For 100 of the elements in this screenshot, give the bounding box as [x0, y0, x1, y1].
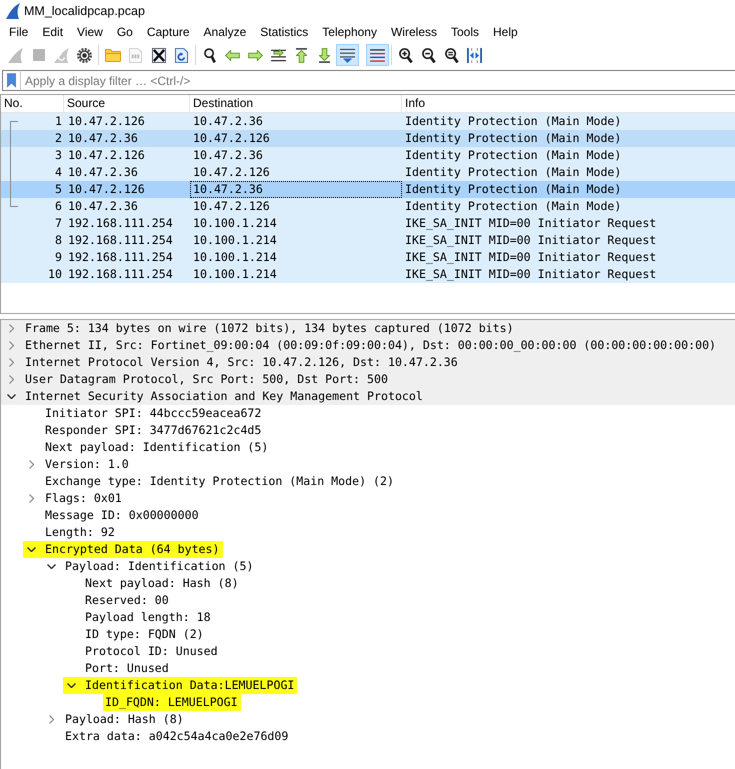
chevron-right-icon[interactable] [8, 375, 14, 384]
tree-item-label[interactable]: User Datagram Protocol, Src Port: 500, Dst Port: 500 [25, 371, 388, 388]
tree-item-label[interactable]: Payload: Hash (8) [65, 711, 184, 728]
tree-row[interactable]: Frame 5: 134 bytes on wire (1072 bits), 134 bytes captured (1072 bits) [1, 320, 735, 337]
display-filter-field[interactable]: Apply a display filter … <Ctrl-/> [21, 70, 735, 91]
bookmark-icon [7, 73, 16, 88]
tree-item-label[interactable]: Internet Security Association and Key Management Protocol [25, 388, 423, 405]
menu-item[interactable]: Capture [140, 22, 197, 40]
destination-address: 10.47.2.126 [192, 130, 271, 147]
column-header[interactable]: Info [402, 95, 735, 112]
tree-item-label[interactable]: Length: 92 [45, 524, 115, 541]
destination-address: 10.47.2.36 [190, 181, 402, 198]
packet-row[interactable]: 9 192.168.111.254 10.100.1.214 IKE_SA_INIT MID=00 Initiator Request [1, 249, 735, 266]
tree-item-label[interactable]: Responder SPI: 3477d67621c2c4d5 [45, 422, 262, 439]
left-arrow-icon [225, 50, 240, 60]
source-address: 192.168.111.254 [67, 249, 174, 266]
menu-item[interactable]: File [2, 22, 36, 40]
tree-item-label[interactable]: Port: Unused [85, 660, 169, 677]
destination-address: 10.100.1.214 [192, 249, 278, 266]
chevron-right-icon[interactable] [8, 341, 14, 350]
source-address: 192.168.111.254 [67, 266, 174, 283]
document-icon [129, 48, 142, 62]
tree-item-label[interactable]: Next payload: Identification (5) [45, 439, 268, 456]
chevron-down-icon[interactable] [66, 683, 76, 688]
bookmark-button[interactable] [2, 70, 21, 91]
shark-fin-icon [6, 2, 20, 18]
packet-row[interactable]: 10 192.168.111.254 10.100.1.214 IKE_SA_INIT MID=00 Initiator Request [1, 266, 735, 283]
tree-item-label[interactable]: Extra data: a042c54a4ca0e2e76d09 [65, 728, 288, 745]
packet-row[interactable]: 6 10.47.2.36 10.47.2.126 Identity Protection (Main Mode) [1, 198, 735, 215]
packet-row[interactable]: 2 10.47.2.36 10.47.2.126 Identity Protection (Main Mode) [1, 130, 735, 147]
tree-item-label[interactable]: Exchange type: Identity Protection (Main Mode) (2) [45, 473, 394, 490]
destination-address: 10.47.2.36 [192, 113, 264, 130]
menu-item[interactable]: Edit [35, 22, 70, 40]
packet-number: 10 [47, 266, 63, 283]
window-title: MM_localidpcap.pcap [24, 4, 145, 18]
tree-item-label[interactable]: Flags: 0x01 [45, 490, 122, 507]
column-header[interactable]: Destination [190, 95, 402, 112]
tree-row[interactable]: User Datagram Protocol, Src Port: 500, Dst Port: 500 [1, 371, 735, 388]
toolbar-button[interactable] [366, 44, 389, 66]
packet-row[interactable]: 7 192.168.111.254 10.100.1.214 IKE_SA_INIT MID=00 Initiator Request [1, 215, 735, 232]
tree-item-label[interactable]: Protocol ID: Unused [85, 643, 218, 660]
zoom-out-icon [422, 48, 436, 62]
tree-item-label[interactable]: Initiator SPI: 44bccc59eacea672 [45, 405, 262, 422]
tree-item-label[interactable]: Encrypted Data (64 bytes) [45, 541, 220, 558]
chevron-right-icon[interactable] [8, 358, 14, 367]
packet-row[interactable]: 1 10.47.2.126 10.47.2.36 Identity Protection (Main Mode) [1, 113, 735, 130]
column-resize-icon [467, 48, 482, 62]
column-header[interactable]: No. [1, 95, 64, 112]
chevron-down-icon[interactable] [46, 564, 56, 569]
source-address: 10.47.2.126 [67, 181, 146, 198]
tree-item-label[interactable]: Payload length: 18 [85, 609, 211, 626]
chevron-right-icon[interactable] [28, 494, 34, 503]
tree-item-label[interactable]: ID_FQDN: LEMUELPOGI [105, 694, 238, 711]
tree-item-label[interactable]: ID type: FQDN (2) [85, 626, 204, 643]
chevron-down-icon[interactable] [26, 547, 36, 552]
destination-address: 10.100.1.214 [192, 232, 278, 249]
packet-row[interactable]: 5 10.47.2.126 10.47.2.36 Identity Protection (Main Mode) [1, 181, 735, 198]
tree-item-label[interactable]: Identification Data:LEMUELPOGI [85, 677, 294, 694]
menu-item[interactable]: Telephony [315, 22, 384, 40]
destination-address: 10.47.2.126 [192, 198, 271, 215]
packet-info: IKE_SA_INIT MID=00 Initiator Request [404, 215, 658, 232]
destination-address: 10.47.2.36 [192, 147, 264, 164]
tree-item-label[interactable]: Reserved: 00 [85, 592, 169, 609]
tree-item-label[interactable]: Frame 5: 134 bytes on wire (1072 bits), 134 bytes captured (1072 bits) [25, 320, 514, 337]
menu-item[interactable]: Analyze [196, 22, 254, 40]
source-address: 192.168.111.254 [67, 215, 174, 232]
right-arrow-icon [248, 50, 263, 60]
packet-info: Identity Protection (Main Mode) [404, 181, 622, 198]
tree-item-label[interactable]: Message ID: 0x00000000 [45, 507, 199, 524]
chevron-right-icon[interactable] [8, 324, 14, 333]
chevron-down-icon[interactable] [6, 394, 16, 399]
lines-down-arrow-icon [340, 48, 355, 62]
packet-info: Identity Protection (Main Mode) [404, 164, 622, 181]
packet-row[interactable]: 8 192.168.111.254 10.100.1.214 IKE_SA_INIT MID=00 Initiator Request [1, 232, 735, 249]
packet-info: IKE_SA_INIT MID=00 Initiator Request [404, 232, 658, 249]
tree-row[interactable]: Internet Security Association and Key Management Protocol [1, 388, 735, 405]
column-header[interactable]: Source [64, 95, 190, 112]
packet-row[interactable]: 3 10.47.2.126 10.47.2.36 Identity Protection (Main Mode) [1, 147, 735, 164]
menu-item[interactable]: Wireless [384, 22, 444, 40]
packet-number: 2 [54, 130, 63, 147]
menu-item[interactable]: Tools [444, 22, 486, 40]
menu-item[interactable]: Statistics [253, 22, 316, 40]
toolbar-button[interactable] [336, 44, 359, 66]
tree-item-label[interactable]: Version: 1.0 [45, 456, 129, 473]
reload-icon [175, 48, 188, 62]
lines-icon [370, 48, 385, 62]
tree-item-label[interactable]: Payload: Identification (5) [65, 558, 254, 575]
chevron-right-icon[interactable] [48, 715, 54, 724]
tree-item-label[interactable]: Internet Protocol Version 4, Src: 10.47.2.126, Dst: 10.47.2.36 [25, 354, 458, 371]
packet-row[interactable]: 4 10.47.2.36 10.47.2.126 Identity Protection (Main Mode) [1, 164, 735, 181]
tree-item-label[interactable]: Next payload: Hash (8) [85, 575, 239, 592]
source-address: 10.47.2.36 [67, 130, 139, 147]
menu-item[interactable]: View [70, 22, 110, 40]
menu-item[interactable]: Help [486, 22, 525, 40]
menu-item[interactable]: Go [110, 22, 140, 40]
tree-row[interactable]: Internet Protocol Version 4, Src: 10.47.2.126, Dst: 10.47.2.36 [1, 354, 735, 371]
down-arrow-bar-icon [319, 48, 330, 62]
shark-fin-icon [8, 48, 23, 62]
packet-info: Identity Protection (Main Mode) [404, 113, 622, 130]
chevron-right-icon[interactable] [28, 460, 34, 469]
